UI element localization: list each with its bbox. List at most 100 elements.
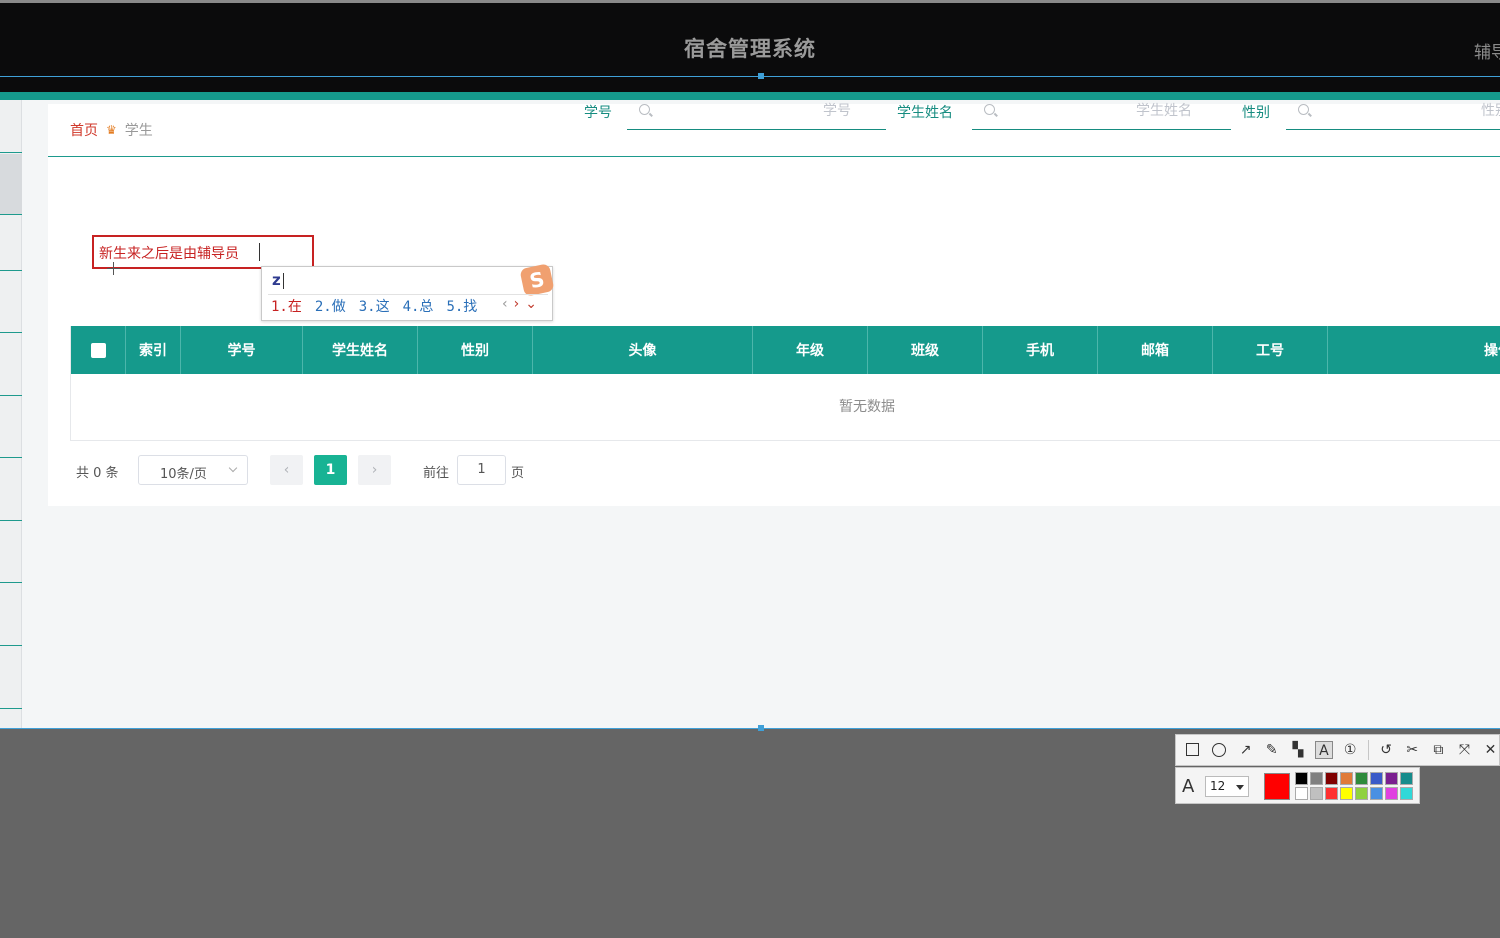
number-tool-icon[interactable]: ① (1342, 741, 1359, 759)
annotation-text-box[interactable]: 新生来之后是由辅导员 (92, 235, 314, 269)
user-label[interactable]: 辅导 (1474, 38, 1500, 63)
sidebar-item-active[interactable] (0, 154, 22, 214)
selection-top-edge (0, 76, 1500, 77)
ime-nav: ‹ › ⌄ (502, 296, 537, 312)
column-header: 学生姓名 (303, 326, 418, 374)
breadcrumb: 首页 ♛ 学生 (70, 120, 153, 140)
chevron-down-icon (228, 463, 238, 473)
font-size-select[interactable]: 12 (1205, 776, 1249, 797)
undo-icon[interactable]: ↺ (1378, 741, 1395, 759)
selection-bottom-edge (0, 728, 1500, 729)
ellipse-tool-icon[interactable] (1210, 741, 1228, 759)
copy-icon[interactable]: ⧉ (1430, 741, 1447, 759)
color-swatch[interactable] (1400, 787, 1413, 800)
search-label-student-name: 学生姓名 (897, 105, 953, 121)
ime-candidates: 1.在 2.做 3.这 4.总 5.找 (271, 296, 477, 316)
ime-prev-icon[interactable]: ‹ (502, 296, 508, 312)
text-caret (259, 243, 260, 261)
search-icon (984, 104, 995, 115)
next-page-button[interactable]: › (358, 455, 391, 485)
color-swatch[interactable] (1370, 787, 1383, 800)
sidebar-divider (0, 332, 22, 333)
crosshair-cursor-icon (107, 262, 120, 275)
pin-icon[interactable]: ✕ (1482, 741, 1499, 759)
ime-candidate[interactable]: 2.做 (315, 296, 346, 316)
color-swatch[interactable] (1340, 772, 1353, 785)
color-swatch[interactable] (1385, 772, 1398, 785)
student-table: 索引 学号 学生姓名 性别 头像 年级 班级 手机 邮箱 工号 操作 暂无数据 (70, 326, 1500, 441)
fullscreen-icon[interactable]: ⤧ (1456, 741, 1473, 759)
color-swatch[interactable] (1295, 772, 1308, 785)
ime-caret (283, 273, 284, 289)
ime-candidate[interactable]: 3.这 (359, 296, 390, 316)
text-tool-icon[interactable]: A (1315, 741, 1333, 759)
column-header: 工号 (1213, 326, 1328, 374)
app-title: 宿舍管理系统 (684, 37, 816, 61)
ime-expand-icon[interactable]: ⌄ (525, 296, 537, 312)
color-swatch[interactable] (1325, 787, 1338, 800)
column-header: 头像 (533, 326, 753, 374)
font-size-value: 12 (1210, 779, 1226, 793)
search-input-gender[interactable]: 性别 (1286, 96, 1500, 130)
prev-page-button[interactable]: ‹ (270, 455, 303, 485)
color-swatch[interactable] (1325, 772, 1338, 785)
crown-icon: ♛ (106, 123, 117, 137)
page-number-current[interactable]: 1 (314, 455, 347, 485)
color-swatch[interactable] (1400, 772, 1413, 785)
sidebar-divider (0, 270, 22, 271)
color-swatch[interactable] (1310, 772, 1323, 785)
ime-next-icon[interactable]: › (514, 296, 520, 312)
selection-handle-top[interactable] (758, 73, 764, 79)
sidebar-divider (0, 582, 22, 583)
pencil-tool-icon[interactable]: ✎ (1263, 741, 1280, 759)
search-icon (639, 104, 650, 115)
pagination-total: 共 0 条 (76, 466, 119, 481)
rectangle-tool-icon[interactable] (1184, 741, 1201, 759)
column-header: 索引 (126, 326, 181, 374)
column-header: 邮箱 (1098, 326, 1213, 374)
sidebar-divider (0, 152, 22, 153)
dropdown-arrow-icon (1236, 785, 1244, 790)
selection-handle-bottom[interactable] (758, 725, 764, 731)
search-input-student-id[interactable]: 学号 (627, 96, 886, 130)
sidebar-divider (0, 457, 22, 458)
color-swatch[interactable] (1355, 787, 1368, 800)
ime-input: z (272, 271, 281, 289)
ime-candidate[interactable]: 1.在 (271, 296, 302, 316)
color-swatch[interactable] (1310, 787, 1323, 800)
ime-candidate[interactable]: 4.总 (403, 296, 434, 316)
column-header: 班级 (868, 326, 983, 374)
ime-candidate[interactable]: 5.找 (446, 296, 477, 316)
cut-icon[interactable]: ✂ (1404, 741, 1421, 759)
sidebar-divider (0, 214, 22, 215)
column-header: 手机 (983, 326, 1098, 374)
sogou-logo-icon: S (519, 263, 555, 297)
search-input-student-name[interactable]: 学生姓名 (972, 96, 1231, 130)
arrow-tool-icon[interactable]: ↗ (1237, 741, 1254, 759)
column-header: 学号 (181, 326, 303, 374)
select-all-checkbox[interactable] (90, 342, 106, 358)
text-style-toolbar: A 12 (1175, 767, 1420, 804)
column-header-label: 操作 (1484, 343, 1500, 359)
empty-state: 暂无数据 (839, 399, 895, 415)
color-swatch[interactable] (1355, 772, 1368, 785)
sidebar-divider (0, 645, 22, 646)
ime-candidate-popup: z S 1.在 2.做 3.这 4.总 5.找 ‹ › ⌄ (261, 263, 555, 321)
column-header: 年级 (753, 326, 868, 374)
color-swatch[interactable] (1385, 787, 1398, 800)
annotation-toolbar: ↗ ✎ ▚ A ① ↺ ✂ ⧉ ⤧ ✕ (1175, 734, 1500, 766)
color-palette (1295, 772, 1413, 800)
current-color-swatch[interactable] (1264, 773, 1290, 800)
mosaic-tool-icon[interactable]: ▚ (1289, 741, 1306, 759)
color-swatch[interactable] (1295, 787, 1308, 800)
color-swatch[interactable] (1370, 772, 1383, 785)
page-size-select[interactable]: 10条/页 (138, 455, 248, 485)
app-header: 宿舍管理系统 辅导 (0, 0, 1500, 92)
goto-page-input[interactable]: 1 (457, 455, 506, 485)
page-size-value: 10条/页 (160, 467, 207, 482)
sidebar-divider (0, 520, 22, 521)
search-label-student-id: 学号 (584, 105, 612, 121)
color-swatch[interactable] (1340, 787, 1353, 800)
breadcrumb-divider (48, 156, 1500, 157)
breadcrumb-home[interactable]: 首页 (70, 120, 98, 140)
